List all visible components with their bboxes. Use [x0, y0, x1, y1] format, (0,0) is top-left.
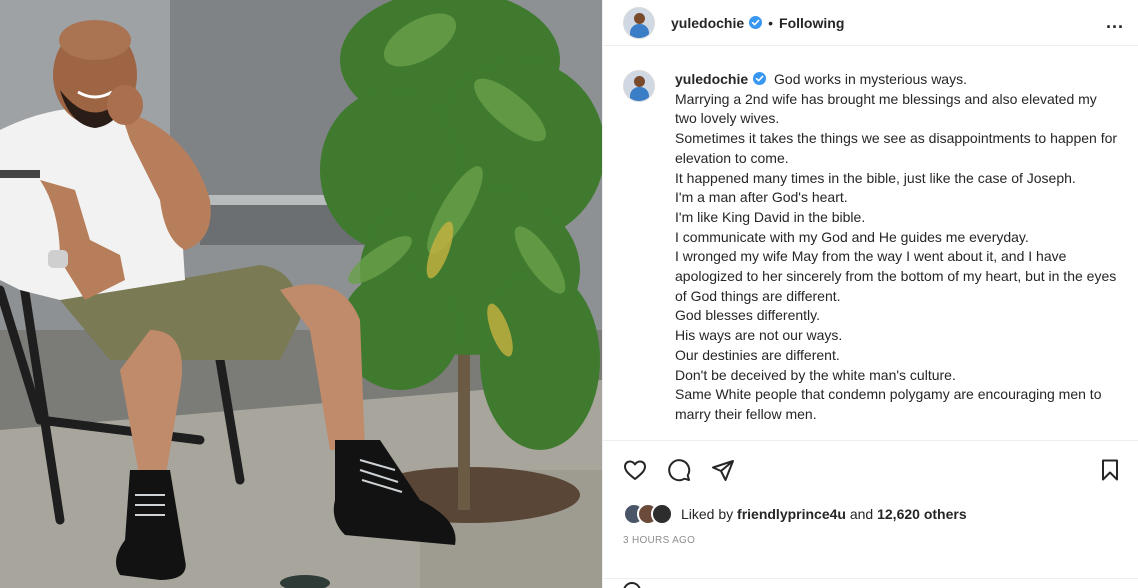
likes-others-link[interactable]: 12,620 others — [877, 506, 967, 522]
liked-by-user[interactable]: friendlyprince4u — [737, 506, 846, 522]
emoji-icon[interactable] — [623, 582, 641, 588]
caption-line: Same White people that condemn polygamy … — [675, 386, 1102, 422]
caption-section: yuledochie God works in mysterious ways.… — [603, 46, 1138, 441]
add-comment-bar[interactable] — [603, 578, 1138, 588]
following-button[interactable]: Following — [779, 15, 844, 31]
share-icon[interactable] — [711, 458, 735, 482]
post-actions — [603, 441, 1138, 499]
caption-username[interactable]: yuledochie — [675, 71, 748, 87]
verified-badge-icon — [749, 16, 763, 29]
post-timestamp[interactable]: 3 HOURS AGO — [603, 529, 1138, 546]
comment-icon[interactable] — [667, 458, 691, 482]
bookmark-icon[interactable] — [1098, 458, 1122, 482]
caption-line: Our destinies are different. — [675, 346, 840, 363]
author-avatar[interactable] — [623, 6, 655, 39]
post-sidebar: yuledochie • Following ... yuledochie Go… — [602, 0, 1138, 588]
caption-line: I'm like King David in the bible. — [675, 208, 866, 225]
caption-line: I'm a man after God's heart. — [675, 189, 848, 206]
caption-line: Sometimes it takes the things we see as … — [675, 130, 1118, 166]
likes-summary: Liked by friendlyprince4u and 12,620 oth… — [603, 499, 1138, 529]
caption-line: I communicate with my God and He guides … — [675, 228, 1029, 245]
author-username[interactable]: yuledochie — [671, 15, 744, 31]
caption-line: Don't be deceived by the white man's cul… — [675, 366, 956, 383]
likes-conjunction: and — [849, 506, 874, 522]
caption-line: God works in mysterious ways. — [774, 71, 967, 87]
likes-prefix: Liked by — [681, 506, 734, 522]
post-header: yuledochie • Following ... — [603, 0, 1138, 46]
caption-text: yuledochie God works in mysterious ways.… — [675, 70, 1121, 440]
caption-line: Marrying a 2nd wife has brought me bless… — [675, 90, 1097, 127]
caption-author-avatar[interactable] — [623, 70, 655, 102]
post-image[interactable] — [0, 0, 602, 588]
header-separator: • — [768, 14, 774, 31]
heart-icon[interactable] — [623, 458, 647, 482]
caption-line: His ways are not our ways. — [675, 327, 843, 344]
post-photo-illustration — [0, 0, 602, 588]
caption-line: It happened many times in the bible, jus… — [675, 169, 1076, 186]
caption-verified-badge-icon — [753, 72, 767, 85]
caption-line: God blesses differently. — [675, 307, 821, 324]
liker-avatars[interactable] — [623, 503, 673, 525]
caption-line: I wronged my wife May from the way I wen… — [675, 248, 1117, 304]
liker-avatar — [651, 503, 673, 525]
more-options-icon[interactable]: ... — [1106, 12, 1124, 33]
